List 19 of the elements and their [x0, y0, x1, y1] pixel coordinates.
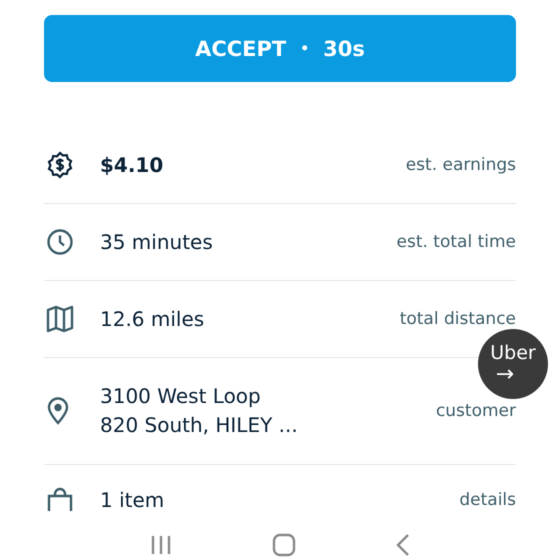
row-label: est. total time	[396, 232, 516, 252]
row-value: $4.10	[100, 152, 164, 178]
shopping-bag-icon	[46, 487, 74, 513]
row-value: 3100 West Loop	[100, 383, 262, 410]
row-value: 820 South, HILEY ...	[100, 412, 299, 439]
dollar-badge-icon	[46, 151, 74, 179]
row-label: total distance	[400, 309, 516, 329]
home-icon[interactable]	[272, 533, 296, 557]
back-icon[interactable]	[394, 533, 411, 557]
row-label: customer	[436, 401, 516, 421]
row-label: details	[459, 490, 516, 510]
location-pin-icon	[46, 397, 70, 425]
row-value: 1 item	[100, 486, 166, 514]
floating-bubble[interactable]: Uber →	[478, 329, 548, 399]
row-value: 12.6 miles	[100, 306, 206, 332]
row-label: est. earnings	[406, 155, 516, 175]
clock-icon	[46, 228, 74, 256]
map-icon	[46, 305, 74, 333]
row-value: 35 minutes	[100, 228, 214, 256]
